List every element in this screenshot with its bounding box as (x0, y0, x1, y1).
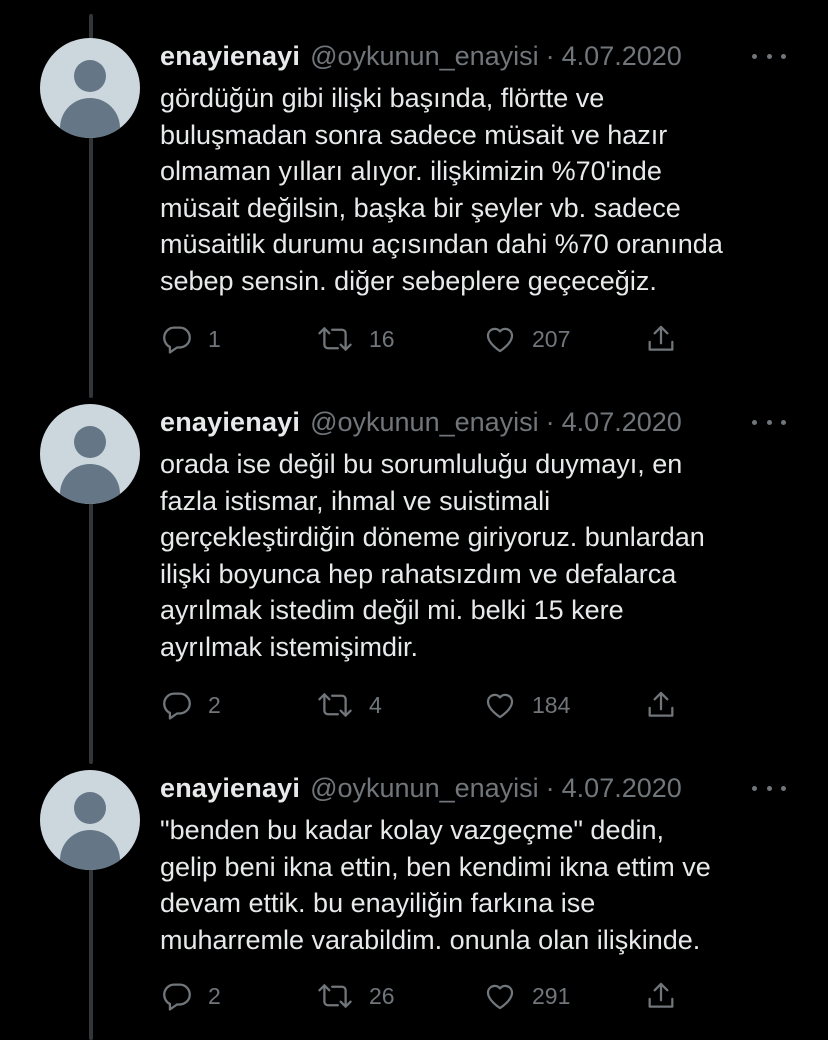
avatar-body (60, 98, 120, 138)
user-handle[interactable]: @oykunun_enayisi (310, 407, 539, 438)
share-icon (648, 691, 674, 717)
tweet-date[interactable]: 4.07.2020 (562, 41, 682, 72)
share-button[interactable] (644, 978, 678, 1014)
retweet-icon (318, 984, 352, 1008)
tweet-text: "benden bu kadar kolay vazgeçme" dedin, … (160, 815, 711, 955)
user-handle[interactable]: @oykunun_enayisi (310, 773, 539, 804)
tweet[interactable]: enayienayi @oykunun_enayisi · 4.07.2020 … (0, 404, 828, 734)
avatar-head (74, 792, 106, 824)
like-count: 207 (532, 325, 571, 352)
reply-count: 1 (208, 325, 221, 352)
reply-count: 2 (208, 691, 221, 718)
like-button[interactable]: 291 (482, 978, 570, 1014)
retweet-count: 26 (369, 982, 395, 1009)
share-button[interactable] (644, 687, 678, 723)
avatar[interactable] (40, 38, 140, 138)
share-button[interactable] (644, 321, 678, 357)
retweet-count: 16 (369, 325, 395, 352)
reply-button[interactable]: 1 (160, 321, 221, 357)
tweet-actions: 2 26 291 (160, 978, 720, 1014)
tweet-actions: 2 4 184 (160, 687, 720, 723)
retweet-button[interactable]: 26 (315, 978, 395, 1014)
reply-icon (163, 692, 191, 720)
avatar[interactable] (40, 770, 140, 870)
tweet-actions: 1 16 207 (160, 321, 720, 357)
heart-icon (486, 693, 514, 719)
like-count: 184 (532, 691, 571, 718)
avatar-head (74, 426, 106, 458)
reply-icon (163, 326, 191, 354)
display-name[interactable]: enayienayi (160, 773, 300, 804)
retweet-button[interactable]: 16 (315, 321, 395, 357)
like-count: 291 (532, 982, 571, 1009)
heart-icon (486, 327, 514, 353)
avatar-body (60, 830, 120, 870)
tweet-header: enayienayi @oykunun_enayisi · 4.07.2020 (160, 404, 800, 440)
retweet-count: 4 (369, 691, 382, 718)
tweet-date[interactable]: 4.07.2020 (562, 773, 682, 804)
tweet[interactable]: enayienayi @oykunun_enayisi · 4.07.2020 … (0, 38, 828, 368)
tweet-header: enayienayi @oykunun_enayisi · 4.07.2020 (160, 38, 800, 74)
tweet-date[interactable]: 4.07.2020 (562, 407, 682, 438)
tweet-text: orada ise değil bu sorumluluğu duymayı, … (160, 449, 705, 662)
tweet-text: gördüğün gibi ilişki başında, flörtte ve… (160, 83, 723, 296)
reply-button[interactable]: 2 (160, 687, 221, 723)
tweet-header: enayienayi @oykunun_enayisi · 4.07.2020 (160, 770, 800, 806)
reply-icon (163, 983, 191, 1011)
separator: · (545, 772, 555, 803)
retweet-button[interactable]: 4 (315, 687, 382, 723)
like-button[interactable]: 207 (482, 321, 570, 357)
display-name[interactable]: enayienayi (160, 41, 300, 72)
more-icon[interactable] (752, 404, 786, 440)
retweet-icon (318, 327, 352, 351)
avatar-head (74, 60, 106, 92)
separator: · (545, 40, 555, 71)
more-icon[interactable] (752, 38, 786, 74)
share-icon (648, 325, 674, 351)
reply-count: 2 (208, 982, 221, 1009)
separator: · (545, 406, 555, 437)
user-handle[interactable]: @oykunun_enayisi (310, 41, 539, 72)
heart-icon (486, 984, 514, 1010)
more-icon[interactable] (752, 770, 786, 806)
avatar-body (60, 464, 120, 504)
display-name[interactable]: enayienayi (160, 407, 300, 438)
avatar[interactable] (40, 404, 140, 504)
tweet[interactable]: enayienayi @oykunun_enayisi · 4.07.2020 … (0, 770, 828, 1030)
share-icon (648, 982, 674, 1008)
retweet-icon (318, 693, 352, 717)
reply-button[interactable]: 2 (160, 978, 221, 1014)
like-button[interactable]: 184 (482, 687, 570, 723)
